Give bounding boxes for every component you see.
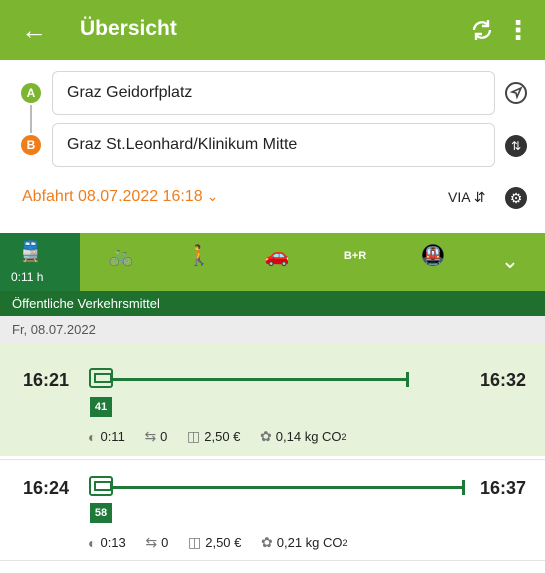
co2-subscript: 2: [342, 537, 348, 548]
arrival-time: 16:37: [480, 478, 527, 498]
route-connector: [30, 105, 32, 133]
duration-icon: ◐: [88, 534, 97, 551]
duration-icon: ◐: [88, 428, 97, 445]
co2-value: 0,21 kg CO: [276, 535, 343, 551]
chevron-down-icon: ⌄: [206, 188, 219, 204]
tab-bike-and-ride[interactable]: 🚇: [402, 233, 464, 291]
duration-value: 0:13: [100, 535, 126, 551]
date-header: Fr, 08.07.2022: [0, 316, 545, 344]
arrival-time: 16:32: [480, 370, 527, 390]
leaf-icon: ✿: [260, 428, 272, 445]
tab-car[interactable]: 🚗: [246, 233, 308, 291]
price-value: 2,50 €: [204, 429, 241, 445]
swap-icon[interactable]: ⇅: [505, 135, 527, 157]
price-icon: ◫: [188, 534, 202, 551]
car-icon: 🚗: [264, 245, 290, 267]
tram-icon: [89, 476, 113, 496]
trip-row[interactable]: 16:21 16:32 41 ◐ 0:11 ⇆ 0 ◫ 2,50 € ✿ 0,14 kg…: [0, 344, 545, 456]
trip-timeline: [113, 372, 409, 387]
line-badge: 41: [90, 397, 112, 417]
departure-time: 16:24: [23, 478, 70, 498]
departure-time: 16:21: [23, 370, 70, 390]
bike-ride-label: B+R: [343, 250, 367, 262]
walking-icon: 🚶: [186, 245, 212, 267]
trip-row[interactable]: 16:24 16:37 58 ◐ 0:13 ⇆ 0 ◫ 2,50 € ✿ 0,21 kg…: [0, 459, 545, 559]
trip-meta: ◐ 0:11 ⇆ 0 ◫ 2,50 € ✿ 0,14 kg CO2: [88, 428, 347, 445]
back-arrow-icon[interactable]: ←: [18, 14, 50, 46]
bike-and-ride-icon: 🚇: [420, 245, 446, 267]
tab-park-and-ride[interactable]: B+R: [324, 233, 386, 291]
origin-marker: A: [21, 83, 41, 103]
price-icon: ◫: [187, 428, 201, 445]
price-value: 2,50 €: [205, 535, 242, 551]
chevron-down-icon[interactable]: ⌄: [498, 249, 522, 273]
refresh-icon[interactable]: [468, 16, 496, 44]
transfers-value: 0: [161, 535, 169, 551]
my-location-icon[interactable]: [505, 82, 527, 104]
app-bar: ← Übersicht ⋮: [0, 0, 545, 60]
transfers-icon: ⇆: [144, 428, 157, 445]
via-label: VIA: [448, 189, 470, 205]
settings-gear-icon[interactable]: ⚙: [505, 187, 527, 209]
via-selector[interactable]: VIA ⇵: [448, 189, 485, 206]
bicycle-icon: 🚲: [108, 245, 134, 267]
tab-walking[interactable]: 🚶: [168, 233, 230, 291]
tram-icon: [89, 368, 113, 388]
departure-label: Abfahrt 08.07.2022 16:18: [22, 188, 203, 205]
public-transport-icon: 🚆: [18, 241, 43, 263]
transfers-icon: ⇆: [145, 534, 158, 551]
sort-icon: ⇵: [473, 189, 486, 205]
leaf-icon: ✿: [261, 534, 273, 551]
co2-subscript: 2: [341, 431, 347, 442]
tab-public-transport[interactable]: 🚆 0:11 h: [0, 233, 80, 291]
origin-field[interactable]: Graz Geidorfplatz: [52, 71, 495, 115]
departure-selector[interactable]: Abfahrt 08.07.2022 16:18 ⌄: [22, 188, 218, 206]
line-badge: 58: [90, 503, 112, 523]
co2-value: 0,14 kg CO: [275, 429, 342, 445]
destination-marker: B: [21, 135, 41, 155]
mode-tabs: 🚆 0:11 h 🚲 🚶 🚗 B+R 🚇 ⌄: [0, 233, 545, 291]
list-divider: [0, 560, 545, 573]
tab-duration: 0:11 h: [11, 270, 44, 284]
route-panel: A B Graz Geidorfplatz Graz St.Leonhard/K…: [0, 60, 545, 230]
transfers-value: 0: [160, 429, 168, 445]
duration-value: 0:11: [100, 429, 125, 445]
more-vert-icon[interactable]: ⋮: [505, 14, 531, 46]
page-title: Übersicht: [80, 17, 177, 40]
tab-bicycle[interactable]: 🚲: [90, 233, 152, 291]
trip-meta: ◐ 0:13 ⇆ 0 ◫ 2,50 € ✿ 0,21 kg CO2: [88, 534, 348, 551]
section-title: Öffentliche Verkehrsmittel: [0, 291, 545, 316]
destination-field[interactable]: Graz St.Leonhard/Klinikum Mitte: [52, 123, 495, 167]
trip-timeline: [113, 480, 465, 495]
